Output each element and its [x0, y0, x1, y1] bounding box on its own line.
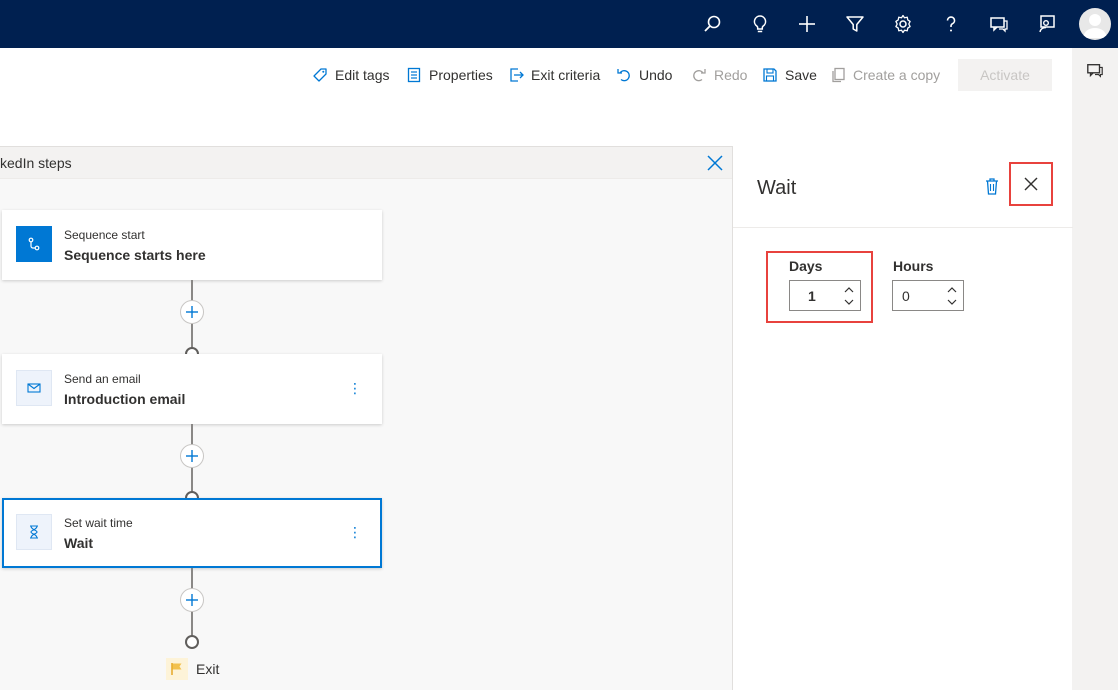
sequence-start-icon — [16, 226, 52, 262]
step-card-wait[interactable]: Set wait time Wait ⋮ — [2, 498, 382, 568]
hours-stepper[interactable]: 0 — [892, 280, 964, 311]
undo-icon — [617, 69, 630, 82]
canvas-header: kedIn steps — [0, 147, 732, 179]
flag-icon — [166, 658, 188, 680]
lightbulb-icon[interactable] — [745, 9, 775, 39]
chevron-up-icon[interactable] — [945, 285, 959, 295]
create-copy-button[interactable]: Create a copy — [830, 66, 940, 84]
add-step-button[interactable] — [180, 300, 204, 324]
assistant-icon[interactable] — [1032, 9, 1062, 39]
plus-icon — [186, 306, 198, 318]
chat-icon[interactable] — [984, 9, 1014, 39]
canvas-title: kedIn steps — [0, 155, 72, 171]
right-rail — [1072, 48, 1118, 690]
redo-button[interactable]: Redo — [691, 66, 747, 84]
exit-label: Exit — [196, 661, 220, 677]
help-icon[interactable] — [936, 9, 966, 39]
more-options-icon[interactable]: ⋮ — [348, 525, 362, 541]
step-subtitle: Send an email — [64, 372, 141, 386]
exit-criteria-icon — [510, 68, 524, 82]
add-step-button[interactable] — [180, 444, 204, 468]
filter-icon[interactable] — [840, 9, 870, 39]
days-value: 1 — [808, 288, 816, 304]
user-avatar[interactable] — [1079, 8, 1111, 40]
save-button[interactable]: Save — [762, 66, 817, 84]
step-title: Wait — [64, 535, 94, 551]
properties-icon — [407, 67, 421, 83]
plus-icon — [186, 450, 198, 462]
create-copy-label: Create a copy — [853, 67, 941, 83]
panel-header: Wait — [733, 146, 1073, 228]
exit-criteria-label: Exit criteria — [531, 67, 601, 83]
days-label: Days — [789, 258, 823, 274]
hourglass-icon — [16, 514, 52, 550]
edit-tags-label: Edit tags — [335, 67, 390, 83]
delete-icon[interactable] — [983, 176, 1001, 196]
exit-node: Exit — [166, 658, 219, 680]
top-navigation-bar — [0, 0, 1118, 48]
redo-icon — [693, 69, 706, 82]
tag-icon — [313, 68, 327, 82]
properties-label: Properties — [429, 67, 493, 83]
step-card-send-email[interactable]: Send an email Introduction email ⋮ — [2, 354, 382, 424]
step-subtitle: Sequence start — [64, 228, 145, 242]
chat-icon[interactable] — [1086, 62, 1104, 80]
plus-icon — [186, 594, 198, 606]
chevron-down-icon[interactable] — [842, 297, 856, 307]
step-subtitle: Set wait time — [64, 516, 133, 530]
save-icon — [763, 68, 777, 82]
gear-icon[interactable] — [888, 9, 918, 39]
redo-label: Redo — [714, 67, 748, 83]
add-step-button[interactable] — [180, 588, 204, 612]
close-icon[interactable] — [706, 154, 724, 172]
step-card-sequence-start[interactable]: Sequence start Sequence starts here — [2, 210, 382, 280]
close-icon — [1024, 177, 1038, 191]
activate-label: Activate — [980, 67, 1030, 83]
save-label: Save — [785, 67, 817, 83]
activate-button[interactable]: Activate — [958, 59, 1052, 91]
hours-label: Hours — [893, 258, 934, 274]
step-title: Introduction email — [64, 391, 186, 407]
wait-properties-panel: Wait Days 1 Hours 0 — [732, 146, 1073, 690]
command-bar: Edit tags Properties Exit criteria Undo … — [0, 48, 1072, 146]
hours-value: 0 — [902, 288, 910, 304]
close-panel-button[interactable] — [1009, 162, 1053, 206]
panel-title: Wait — [757, 177, 797, 199]
step-title: Sequence starts here — [64, 247, 206, 263]
undo-label: Undo — [639, 67, 673, 83]
chevron-up-icon[interactable] — [842, 285, 856, 295]
plus-icon[interactable] — [792, 9, 822, 39]
chevron-down-icon[interactable] — [945, 297, 959, 307]
exit-criteria-button[interactable]: Exit criteria — [508, 66, 600, 84]
search-icon[interactable] — [697, 9, 727, 39]
undo-button[interactable]: Undo — [616, 66, 672, 84]
days-stepper[interactable]: 1 — [789, 280, 861, 311]
email-icon — [16, 370, 52, 406]
edit-tags-button[interactable]: Edit tags — [312, 66, 389, 84]
properties-button[interactable]: Properties — [406, 66, 493, 84]
more-options-icon[interactable]: ⋮ — [348, 381, 362, 397]
connector-node — [185, 635, 199, 649]
copy-icon — [832, 67, 845, 83]
